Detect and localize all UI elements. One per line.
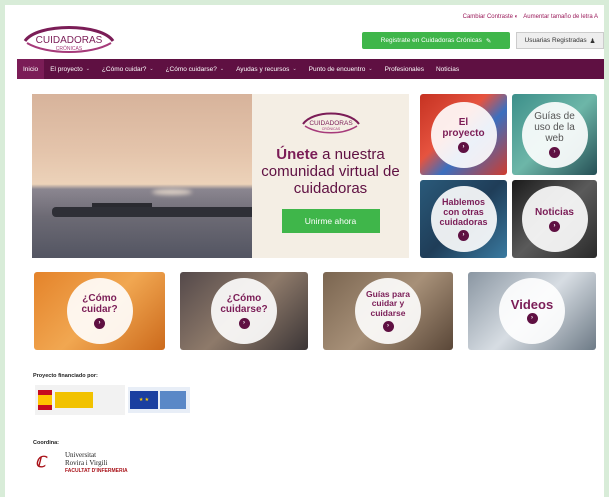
urv-mark-icon: ℂ <box>35 455 46 471</box>
hero-banner: CUIDADORAS CRÓNICAS Únete a nuestra comu… <box>32 94 409 258</box>
contrast-link[interactable]: Cambiar Contraste ◐ <box>463 14 519 20</box>
tile-guias-web[interactable]: Guías de uso de la web › <box>512 94 597 175</box>
nav-item-inicio[interactable]: Inicio <box>17 59 45 79</box>
join-button[interactable]: Unirme ahora <box>281 209 380 233</box>
register-button[interactable]: Registrate en Cuidadoras Crónicas ✎ <box>362 32 510 49</box>
font-size-link[interactable]: Aumentar tamaño de letra A <box>523 14 598 20</box>
urv-line1: Universitat <box>65 451 97 459</box>
svg-text:CRÓNICAS: CRÓNICAS <box>321 126 340 131</box>
chevron-down-icon: ⌄ <box>219 66 225 72</box>
tile-hablemos[interactable]: Hablemos con otras cuidadoras › <box>420 180 507 258</box>
tile-noticias[interactable]: Noticias › <box>512 180 597 258</box>
chevron-right-icon: › <box>458 141 469 153</box>
tile-el-proyecto[interactable]: El proyecto › <box>420 94 507 175</box>
main-nav: Inicio El proyecto ⌄ ¿Cómo cuidar? ⌄ ¿Cómo… <box>17 59 604 79</box>
ministry-logo <box>35 385 125 415</box>
nav-item-profesionales[interactable]: Profesionales <box>379 59 430 79</box>
eu-logo: ★ ★ <box>128 387 190 413</box>
svg-text:CUIDADORAS: CUIDADORAS <box>309 120 353 127</box>
chevron-right-icon: › <box>382 321 394 333</box>
registered-users-button[interactable]: Usuarias Registradas ♟ <box>516 32 604 49</box>
chevron-right-icon: › <box>94 318 105 329</box>
accessibility-links: Cambiar Contraste ◐ Aumentar tamaño de l… <box>463 14 598 20</box>
chevron-right-icon: › <box>549 147 560 158</box>
chevron-down-icon: ⌄ <box>149 66 154 72</box>
financed-label: Proyecto financiado por: <box>33 373 98 379</box>
site-logo[interactable]: CUIDADORAS CRÓNICAS <box>17 19 121 57</box>
urv-line2: Rovira i Virgili <box>65 459 108 467</box>
urv-logo[interactable]: ℂ Universitat Rovira i Virgili FACULTAT … <box>35 451 128 475</box>
tile-como-cuidar[interactable]: ¿Cómo cuidar? › <box>34 272 165 350</box>
pencil-icon: ✎ <box>485 37 492 45</box>
chevron-right-icon: › <box>549 220 560 232</box>
user-icon: ♟ <box>589 37 596 45</box>
page: CUIDADORAS CRÓNICAS Cambiar Contraste ◐ … <box>5 5 604 497</box>
chevron-down-icon: ⌄ <box>292 66 297 72</box>
svg-text:CRÓNICAS: CRÓNICAS <box>56 45 83 52</box>
hero-title: Únete a nuestra comunidad virtual de cui… <box>261 146 400 197</box>
nav-item-ayudas[interactable]: Ayudas y recursos ⌄ <box>230 59 303 79</box>
chevron-right-icon: › <box>458 230 469 241</box>
hero-logo: CUIDADORAS CRÓNICAS <box>301 112 360 134</box>
chevron-down-icon: ⌄ <box>85 66 90 72</box>
nav-item-punto-encuentro[interactable]: Punto de encuentro ⌄ <box>303 59 379 79</box>
chevron-down-icon: ⌄ <box>368 66 373 72</box>
chevron-right-icon: › <box>526 312 538 324</box>
urv-line3: FACULTAT D'INFERMERIA <box>65 468 128 474</box>
nav-item-como-cuidar[interactable]: ¿Cómo cuidar? ⌄ <box>96 59 160 79</box>
tile-videos[interactable]: Videos › <box>468 272 596 350</box>
tile-guias-cuidar[interactable]: Guías para cuidar y cuidarse › <box>323 272 453 350</box>
chevron-right-icon: › <box>238 318 250 329</box>
hero-image <box>32 94 252 258</box>
nav-item-como-cuidarse[interactable]: ¿Cómo cuidarse? ⌄ <box>160 59 231 79</box>
coordina-label: Coordina: <box>33 440 59 446</box>
nav-item-proyecto[interactable]: El proyecto ⌄ <box>44 59 96 79</box>
nav-item-noticias[interactable]: Noticias <box>430 59 465 79</box>
tile-como-cuidarse[interactable]: ¿Cómo cuidarse? › <box>180 272 308 350</box>
svg-text:CUIDADORAS: CUIDADORAS <box>36 35 103 46</box>
